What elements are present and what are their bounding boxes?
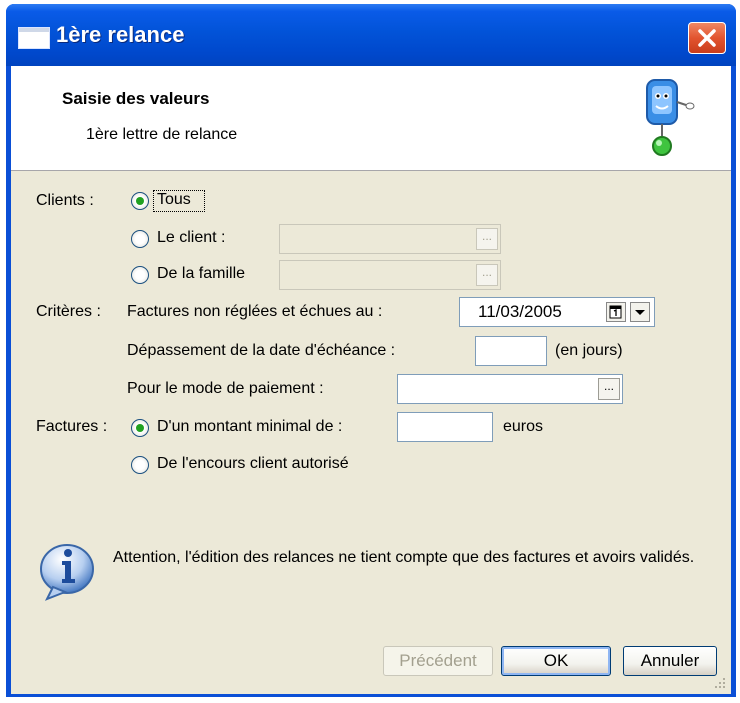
radio-le-client[interactable] — [131, 230, 149, 248]
dialog-window: 1ère relance Saisie des valeurs 1ère let… — [6, 4, 736, 697]
header-title: Saisie des valeurs — [62, 89, 210, 108]
dialog-body: Saisie des valeurs 1ère lettre de relanc… — [11, 66, 731, 694]
calendar-icon — [609, 305, 622, 319]
amount-unit: euros — [503, 418, 544, 435]
radio-montant-minimal-label[interactable]: D'un montant minimal de : — [157, 418, 342, 436]
radio-famille[interactable] — [131, 266, 149, 284]
date-dropdown-button[interactable] — [630, 302, 650, 322]
wizard-header: Saisie des valeurs 1ère lettre de relanc… — [11, 66, 731, 171]
factures-label: Factures : — [36, 418, 108, 435]
due-date-value[interactable]: 11/03/2005 — [478, 302, 562, 322]
info-message: Attention, l'édition des relances ne tie… — [113, 549, 695, 566]
clients-label: Clients : — [36, 192, 94, 209]
radio-encours[interactable] — [131, 456, 149, 474]
calendar-button[interactable] — [606, 302, 626, 322]
client-field — [279, 224, 501, 254]
title-bar[interactable]: 1ère relance — [6, 4, 736, 66]
radio-tous[interactable] — [131, 192, 149, 210]
ok-button[interactable]: OK — [501, 646, 611, 676]
close-icon — [698, 29, 716, 47]
payment-mode-label: Pour le mode de paiement : — [127, 380, 324, 397]
radio-encours-label[interactable]: De l'encours client autorisé — [157, 455, 349, 473]
due-date-picker[interactable]: 11/03/2005 — [459, 297, 655, 327]
window-icon — [18, 27, 50, 49]
amount-input[interactable] — [397, 412, 493, 442]
famille-field — [279, 260, 501, 290]
overdue-days-input[interactable] — [475, 336, 547, 366]
close-button[interactable] — [688, 22, 726, 54]
payment-browse-button[interactable]: ... — [598, 378, 620, 400]
chevron-down-icon — [635, 310, 645, 315]
wizard-assistant-icon — [646, 79, 695, 156]
info-icon — [40, 544, 94, 601]
resize-grip-icon[interactable] — [711, 674, 727, 690]
overdue-unit: (en jours) — [555, 342, 623, 359]
header-subtitle: 1ère lettre de relance — [86, 126, 238, 143]
criteres-label: Critères : — [36, 303, 101, 320]
window-title: 1ère relance — [56, 22, 185, 47]
overdue-label: Dépassement de la date d'échéance : — [127, 342, 396, 359]
client-browse-button: ... — [476, 228, 498, 250]
cancel-button[interactable]: Annuler — [623, 646, 717, 676]
famille-browse-button: ... — [476, 264, 498, 286]
previous-button[interactable]: Précédent — [383, 646, 493, 676]
due-date-label: Factures non réglées et échues au : — [127, 303, 383, 320]
radio-tous-label[interactable]: Tous — [157, 191, 191, 209]
radio-famille-label[interactable]: De la famille — [157, 265, 245, 283]
payment-mode-field[interactable] — [397, 374, 623, 404]
radio-montant-minimal[interactable] — [131, 419, 149, 437]
radio-le-client-label[interactable]: Le client : — [157, 229, 225, 247]
